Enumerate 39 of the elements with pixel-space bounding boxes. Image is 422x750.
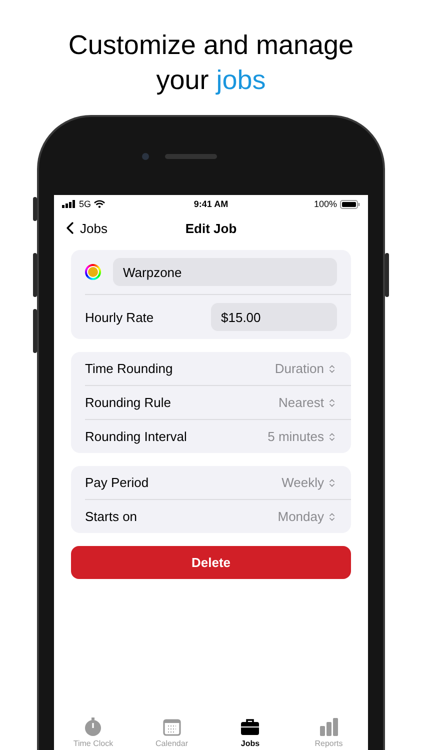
setting-label: Time Rounding: [85, 361, 174, 376]
tab-bar-item[interactable]: Reports: [290, 717, 368, 748]
setting-picker[interactable]: Duration: [274, 361, 337, 376]
speaker-grille: [164, 154, 216, 158]
camera-icon: [142, 152, 148, 160]
bar-chart-icon: [318, 717, 339, 737]
screen-title: Edit Job: [185, 220, 237, 236]
field-label: Hourly Rate: [85, 310, 155, 324]
setting-picker[interactable]: Weekly: [282, 475, 337, 490]
setting-label: Pay Period: [85, 475, 150, 490]
delete-button[interactable]: Delete: [71, 546, 351, 579]
setting-picker[interactable]: 5 minutes: [268, 429, 337, 444]
chevron-up-down-icon: [327, 364, 337, 374]
tab-bar-item[interactable]: Jobs: [211, 717, 290, 748]
chevron-up-down-icon: [327, 478, 337, 488]
setting-label: Starts on: [85, 509, 138, 524]
status-time: 9:41 AM: [194, 199, 228, 209]
tab-bar-item[interactable]: Calendar: [132, 717, 211, 748]
briefcase-icon: [240, 717, 260, 737]
calendar-icon: [162, 717, 182, 737]
hourly-rate-field[interactable]: $15.00: [211, 303, 337, 331]
job-color-dot[interactable]: [85, 264, 101, 280]
back-link[interactable]: Jobs: [60, 218, 108, 238]
chevron-up-down-icon: [327, 398, 337, 408]
battery-icon: [340, 200, 360, 208]
setting-label: Rounding Interval: [85, 429, 188, 444]
setting-label: Rounding Rule: [85, 395, 172, 410]
job-name-field[interactable]: Warpzone: [113, 258, 337, 286]
chevron-up-down-icon: [327, 512, 337, 522]
setting-picker[interactable]: Monday: [278, 509, 337, 524]
chevron-up-down-icon: [327, 432, 337, 442]
wifi-icon: [94, 200, 106, 208]
battery-percent: 100%: [314, 199, 337, 209]
headline: Customize and manage your jobs: [67, 29, 355, 97]
tab-bar-item[interactable]: Time Clock: [54, 717, 132, 748]
setting-picker[interactable]: Nearest: [278, 395, 337, 410]
carrier-label: 5G: [79, 199, 92, 209]
stopwatch-icon: [83, 717, 104, 737]
signal-icon: [62, 200, 76, 208]
